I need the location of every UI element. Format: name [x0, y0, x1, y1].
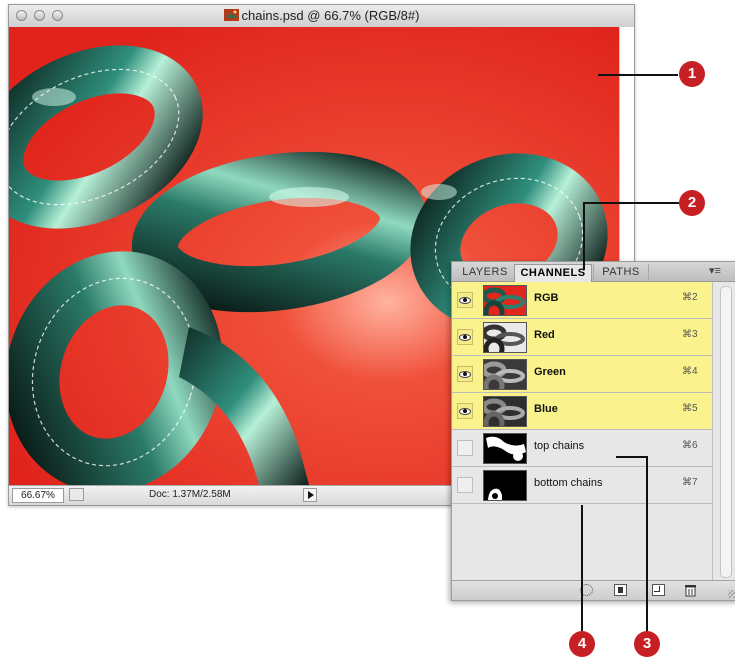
status-menu-arrow-icon[interactable]	[303, 488, 317, 502]
channel-row-top-chains[interactable]: top chains ⌘6	[452, 430, 712, 467]
save-selection-icon[interactable]	[614, 584, 627, 596]
resize-grip[interactable]	[728, 590, 735, 598]
visibility-toggle[interactable]	[457, 477, 473, 493]
channel-thumbnail	[483, 285, 527, 316]
callout-2: 2	[679, 190, 705, 216]
eye-icon	[459, 334, 471, 341]
channel-name: RGB	[534, 292, 559, 304]
channel-thumbnail	[483, 396, 527, 427]
panel-scrollbar[interactable]	[712, 282, 735, 582]
channel-shortcut: ⌘4	[682, 366, 698, 377]
callout-4: 4	[569, 631, 595, 657]
channel-thumbnail	[483, 322, 527, 353]
visibility-toggle[interactable]	[457, 366, 473, 382]
channel-thumbnail	[483, 433, 527, 464]
channel-row-blue[interactable]: Blue ⌘5	[452, 393, 712, 430]
channel-shortcut: ⌘2	[682, 292, 698, 303]
panel-menu-icon[interactable]: ▾≡	[708, 266, 722, 277]
visibility-toggle[interactable]	[457, 440, 473, 456]
eye-icon	[459, 297, 471, 304]
channel-name: top chains	[534, 440, 585, 452]
channel-thumbnail	[483, 470, 527, 501]
tab-channels[interactable]: CHANNELS	[514, 264, 592, 282]
psd-file-icon	[223, 9, 239, 21]
channel-shortcut: ⌘7	[682, 477, 698, 488]
new-channel-icon[interactable]	[652, 584, 665, 596]
channel-row-green[interactable]: Green ⌘4	[452, 356, 712, 393]
channel-row-rgb[interactable]: RGB ⌘2	[452, 282, 712, 319]
callout-line-3	[616, 456, 648, 458]
channel-name: Blue	[534, 403, 558, 415]
window-title: chains.psd @ 66.7% (RGB/8#)	[241, 8, 420, 23]
channel-shortcut: ⌘3	[682, 329, 698, 340]
doc-size-info: Doc: 1.37M/2.58M	[149, 489, 231, 500]
trash-icon[interactable]	[684, 584, 697, 597]
channel-row-bottom-chains[interactable]: bottom chains ⌘7	[452, 467, 712, 504]
title-bar[interactable]: chains.psd @ 66.7% (RGB/8#)	[9, 5, 634, 28]
visibility-toggle[interactable]	[457, 403, 473, 419]
channel-thumbnail	[483, 359, 527, 390]
channel-name: bottom chains	[534, 477, 603, 489]
callout-line-2-drop	[583, 202, 585, 270]
tab-layers[interactable]: LAYERS	[456, 264, 514, 281]
callout-line-2	[583, 202, 679, 204]
panel-footer	[452, 580, 735, 600]
channel-shortcut: ⌘6	[682, 440, 698, 451]
channel-shortcut: ⌘5	[682, 403, 698, 414]
visibility-toggle[interactable]	[457, 329, 473, 345]
zoom-field[interactable]: 66.67%	[12, 488, 64, 503]
panel-tab-bar: LAYERS CHANNELS PATHS ▾≡	[452, 262, 735, 282]
panel-scroll-track[interactable]	[720, 286, 732, 578]
status-info-icon[interactable]	[69, 488, 84, 501]
channels-panel: LAYERS CHANNELS PATHS ▾≡ RGB ⌘2 Red ⌘3 G…	[451, 261, 735, 601]
eye-icon	[459, 408, 471, 415]
tab-paths[interactable]: PATHS	[593, 264, 649, 281]
callout-line-4	[581, 505, 583, 631]
callout-line-1	[598, 74, 678, 76]
visibility-toggle[interactable]	[457, 292, 473, 308]
channel-name: Red	[534, 329, 555, 341]
callout-line-3-drop	[646, 456, 648, 632]
channel-row-red[interactable]: Red ⌘3	[452, 319, 712, 356]
callout-3: 3	[634, 631, 660, 657]
channel-list: RGB ⌘2 Red ⌘3 Green ⌘4 Blue ⌘5 top chain…	[452, 282, 712, 504]
callout-1: 1	[679, 61, 705, 87]
channel-name: Green	[534, 366, 566, 378]
eye-icon	[459, 371, 471, 378]
